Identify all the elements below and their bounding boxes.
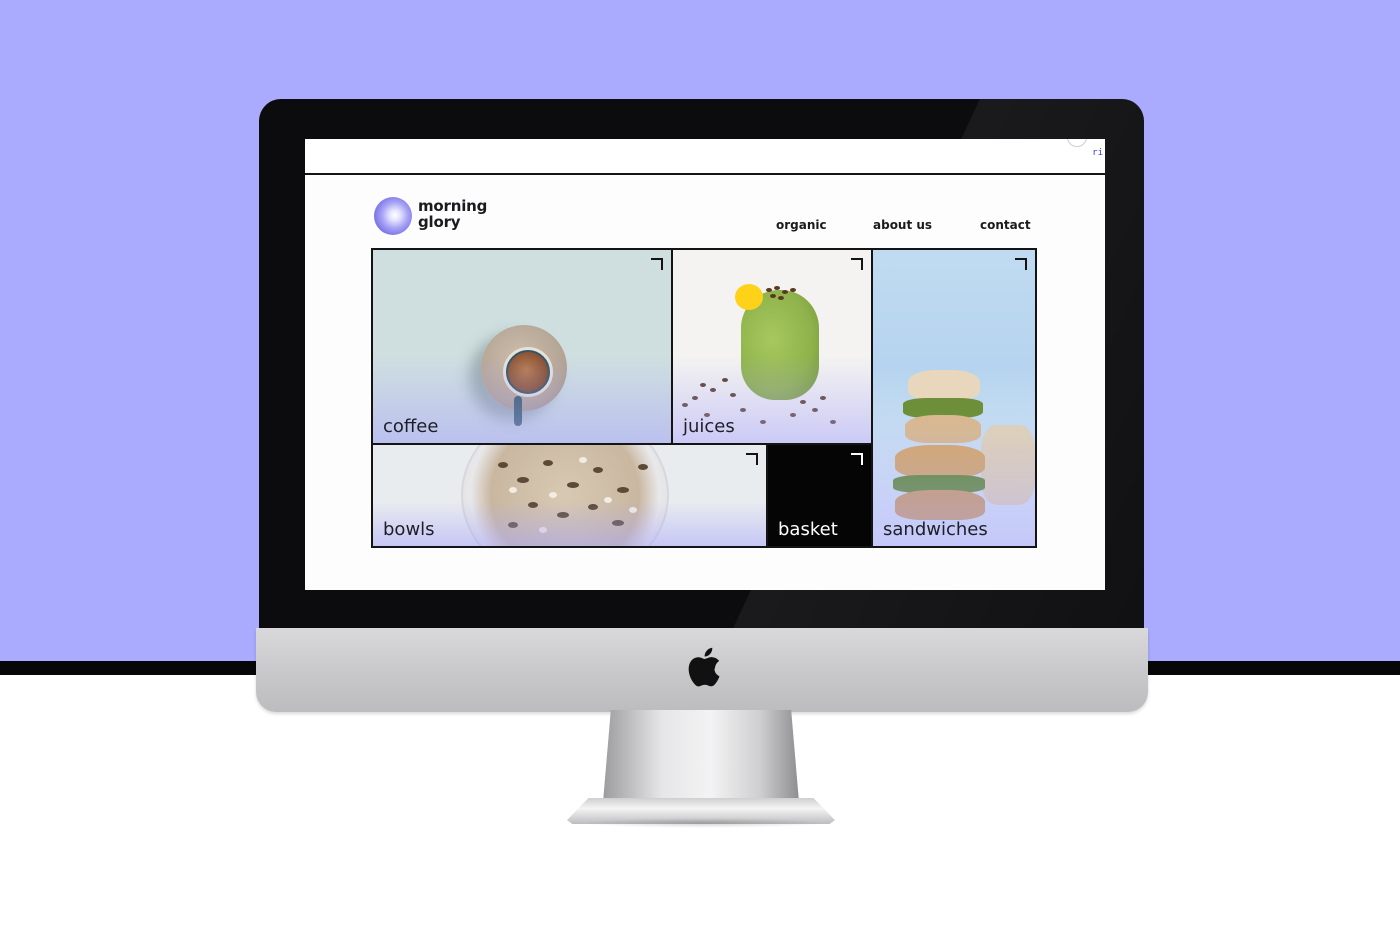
main-nav: organic about us contact: [305, 218, 1105, 236]
corner-arrow-icon: [851, 453, 863, 465]
tile-label-coffee: coffee: [383, 416, 439, 437]
brand-line-1: morning: [418, 197, 488, 215]
tile-label-basket: basket: [778, 519, 838, 540]
corner-arrow-icon: [1015, 258, 1027, 270]
corner-arrow-icon: [851, 258, 863, 270]
tile-juices[interactable]: juices: [673, 250, 871, 443]
corner-arrow-icon: [746, 453, 758, 465]
apple-logo-icon: [688, 647, 720, 687]
stand-shadow: [580, 818, 826, 828]
tile-label-bowls: bowls: [383, 519, 435, 540]
tile-bowls[interactable]: bowls: [373, 445, 766, 546]
nav-link-about-us[interactable]: about us: [873, 218, 932, 232]
nav-link-contact[interactable]: contact: [980, 218, 1031, 232]
tile-coffee[interactable]: coffee: [373, 250, 671, 443]
topbar-circle-icon: [1067, 139, 1087, 147]
tile-basket[interactable]: basket: [768, 445, 871, 546]
topbar-code-fragment: ri: [1092, 148, 1103, 158]
bagel-top-image: [908, 370, 980, 400]
category-grid: coffee juices sandwiches bowls basket: [371, 248, 1037, 548]
tile-label-juices: juices: [683, 416, 735, 437]
corner-arrow-icon: [651, 258, 663, 270]
browser-topbar: ri: [305, 139, 1105, 175]
tile-sandwiches[interactable]: sandwiches: [873, 250, 1035, 546]
tile-label-sandwiches: sandwiches: [883, 519, 988, 540]
monitor-stand-neck: [603, 710, 799, 802]
nav-link-organic[interactable]: organic: [776, 218, 827, 232]
website-screen: ri morning glory organic about us contac…: [305, 139, 1105, 590]
